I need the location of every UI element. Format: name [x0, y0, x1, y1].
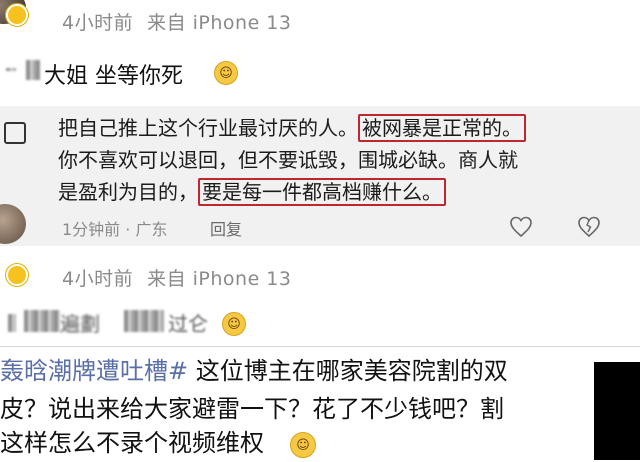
redacted-username: [0, 58, 40, 84]
comment-line-2: 你不喜欢可以退回，但不要诋毁，围城必缺。商人就: [58, 148, 518, 172]
vip-badge-icon: [6, 4, 28, 26]
post-text-line-3: 这样怎么不录个视频维权: [0, 429, 264, 457]
comment-time: 1分钟前 · 广东: [62, 220, 168, 239]
divider: [0, 346, 640, 347]
post-meta: 4小时前 来自 iPhone 13: [62, 8, 291, 35]
highlighted-phrase: 要是每一件都高档赚什么。: [198, 178, 446, 206]
comment-text: 是盈利为目的，: [58, 180, 198, 204]
post-text-line-2: 皮？说出来给大家避雷一下？花了不少钱吧？割: [0, 395, 504, 423]
smiling-face-icon: ☺: [214, 61, 238, 85]
dislike-button[interactable]: [576, 214, 602, 240]
smiling-face-icon: ☺: [290, 432, 316, 458]
comment-line-1: 把自己推上这个行业最讨厌的人。 被网暴是正常的。: [58, 112, 526, 144]
reply-button[interactable]: 回复: [210, 216, 242, 240]
post-time: 4小时前: [62, 12, 134, 34]
reply-text: 大姐 坐等你死: [44, 64, 183, 89]
highlighted-phrase: 被网暴是正常的。: [358, 114, 526, 142]
quote-icon: [4, 122, 26, 144]
dark-edge-panel: [594, 362, 640, 460]
like-button[interactable]: [508, 214, 534, 240]
comment-text: 把自己推上这个行业最讨厌的人。: [58, 116, 358, 140]
post-text: 这位博主在哪家美容院割的双: [188, 357, 508, 385]
post-text-line-1: 轰晗潮牌遭吐槽# 这位博主在哪家美容院割的双: [0, 352, 508, 390]
broken-heart-icon: [578, 216, 600, 238]
post-source: 来自 iPhone 13: [147, 12, 292, 34]
blurred-text: 遍劃: [60, 312, 100, 336]
hashtag-link[interactable]: 轰晗潮牌遭吐槽#: [0, 357, 188, 385]
smiling-face-icon: ☺: [222, 312, 246, 336]
comment-line-3: 是盈利为目的， 要是每一件都高档赚什么。: [58, 176, 446, 208]
blurred-text: 过仑: [168, 312, 208, 336]
heart-outline-icon: [510, 216, 532, 238]
redacted-reply: 遍劃 过仑: [0, 306, 230, 340]
post-source: 来自 iPhone 13: [147, 268, 292, 290]
post-meta: 4小时前 来自 iPhone 13: [62, 264, 291, 291]
post-time: 4小时前: [62, 268, 134, 290]
vip-badge-icon: [6, 264, 28, 286]
